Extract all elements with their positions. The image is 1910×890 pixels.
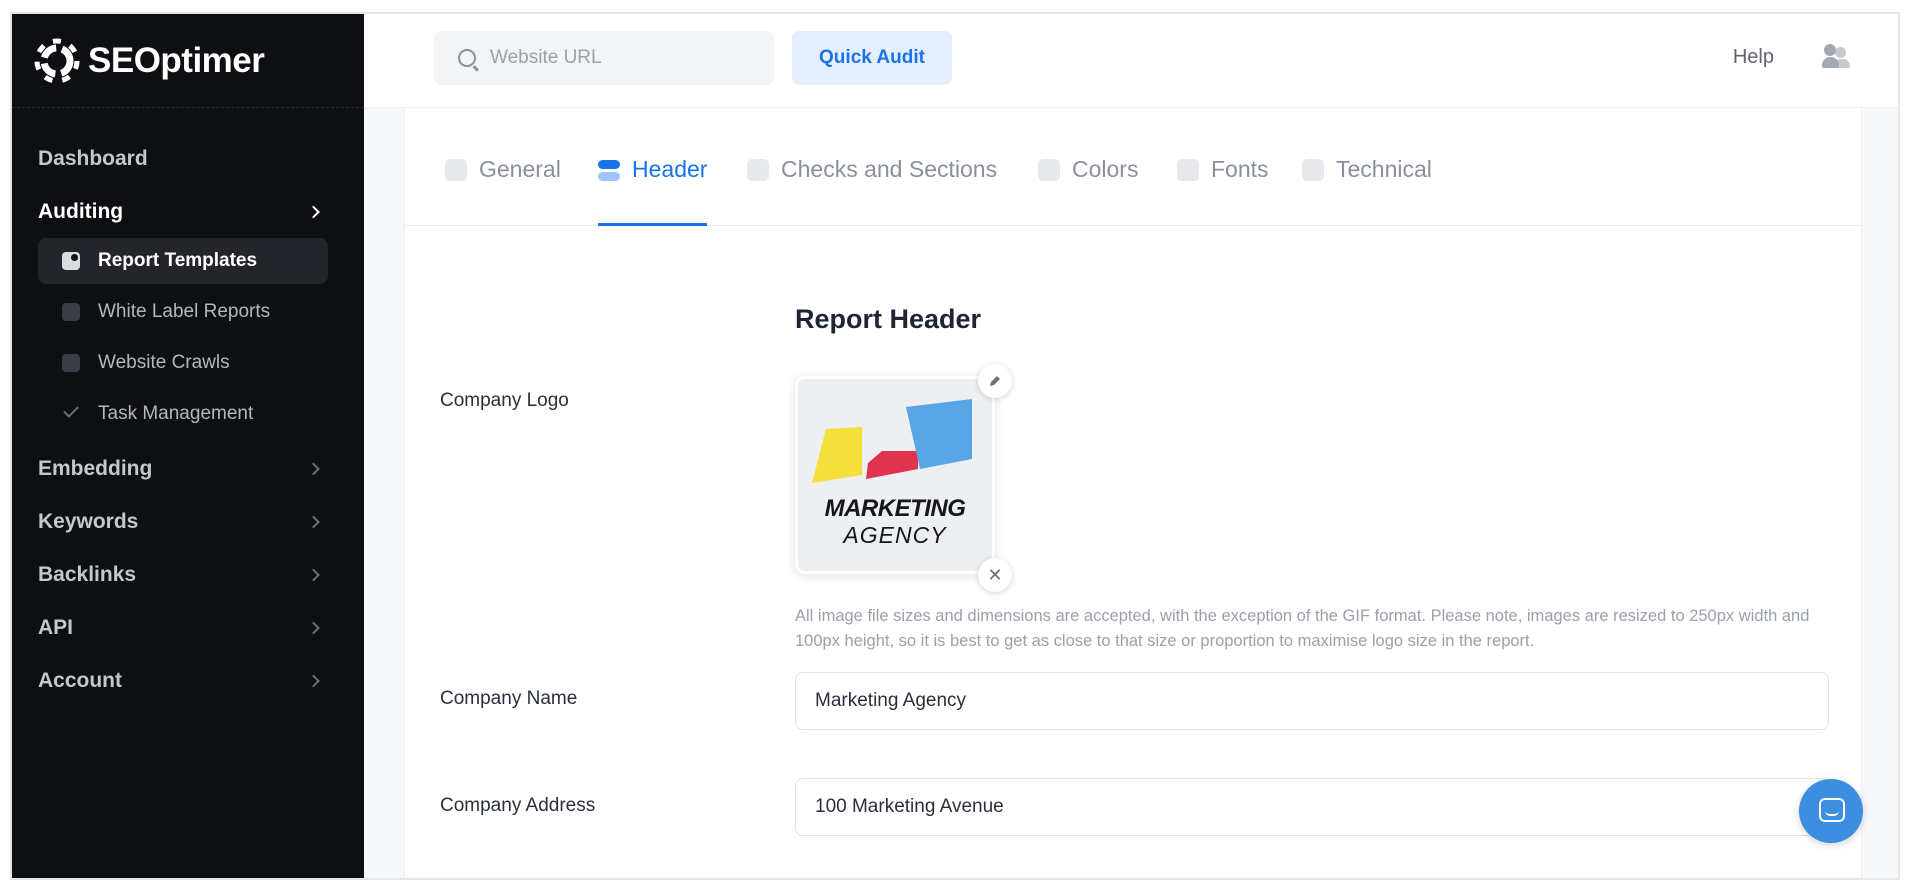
sidebar-item-label: Auditing [38,199,124,223]
company-name-label: Company Name [440,688,578,709]
chevron-right-icon [307,568,320,581]
top-bar: Website URL Quick Audit Help [364,14,1898,108]
tab-label: Header [632,156,708,182]
tab-label: Technical [1336,156,1432,182]
tab-header[interactable]: Header [598,156,708,226]
sidebar-subitem-label: White Label Reports [98,301,271,322]
sidebar-subitem-white-label-reports[interactable]: White Label Reports [38,289,328,335]
brand-name: SEOptimer [88,40,265,80]
chevron-right-icon [307,621,320,634]
tab-bar: General Header Checks and Sections Color… [405,108,1861,226]
template-icon [62,252,80,270]
check-icon [63,402,79,418]
tab-general[interactable]: General [445,156,561,226]
company-name-value: Marketing Agency [815,690,967,711]
sidebar-subitem-label: Task Management [98,403,254,424]
sidebar-item-dashboard[interactable]: Dashboard [12,132,364,185]
pencil-icon [990,376,1000,386]
settings-card: General Header Checks and Sections Color… [404,108,1862,878]
chat-icon [1819,798,1845,822]
sidebar-item-label: Account [38,668,122,692]
font-icon [1177,159,1199,181]
quick-audit-button[interactable]: Quick Audit [792,31,952,85]
logo-text-sub: AGENCY [843,522,947,548]
tab-label: Colors [1072,156,1139,182]
search-placeholder: Website URL [490,47,602,68]
company-logo-preview[interactable]: MARKETING AGENCY [795,376,995,574]
tab-colors[interactable]: Colors [1038,156,1138,226]
sidebar-item-label: Embedding [38,456,153,480]
search-input[interactable]: Website URL [434,31,774,85]
company-address-value: 100 Marketing Avenue [815,796,1004,817]
app-window: SEOptimer Dashboard Auditing Report Temp… [10,12,1900,880]
brand-logo[interactable]: SEOptimer [12,14,364,108]
sidebar-nav: Dashboard Auditing Report Templates Whit… [12,108,364,707]
chat-launcher-button[interactable] [1799,779,1863,843]
sidebar-item-backlinks[interactable]: Backlinks [12,548,364,601]
tab-checks-and-sections[interactable]: Checks and Sections [747,156,997,226]
logo-text-main: MARKETING [824,495,966,522]
sidebar-item-label: API [38,615,74,639]
marketing-agency-logo-image [812,399,972,483]
edit-logo-button[interactable] [978,364,1012,398]
sidebar-item-api[interactable]: API [12,601,364,654]
user-icon[interactable] [1822,44,1852,70]
logo-hint-text: All image file sizes and dimensions are … [795,607,1810,650]
tab-label: General [479,156,561,182]
tab-label: Checks and Sections [781,156,998,182]
sidebar: SEOptimer Dashboard Auditing Report Temp… [12,14,364,878]
crawl-icon [62,354,80,372]
sidebar-item-label: Backlinks [38,562,137,586]
sidebar-item-keywords[interactable]: Keywords [12,495,364,548]
sliders-icon [445,159,467,181]
sidebar-subitem-report-templates[interactable]: Report Templates [38,238,328,284]
sidebar-subitem-task-management[interactable]: Task Management [38,391,328,437]
sidebar-item-label: Keywords [38,509,139,533]
color-swatch-icon [1038,159,1060,181]
sidebar-item-auditing[interactable]: Auditing [12,185,364,238]
toggle-icon [598,159,620,181]
help-link[interactable]: Help [1733,46,1774,69]
sidebar-subitem-website-crawls[interactable]: Website Crawls [38,340,328,386]
chevron-right-icon [307,462,320,475]
company-address-label: Company Address [440,795,596,816]
report-icon [62,303,80,321]
chevron-right-icon [307,515,320,528]
main-content: General Header Checks and Sections Color… [364,108,1898,878]
tab-label: Fonts [1211,156,1269,182]
sidebar-item-label: Dashboard [38,146,148,170]
seoptimer-logo-icon [34,38,80,83]
code-icon [1302,159,1324,181]
sidebar-subitem-label: Website Crawls [98,352,230,373]
remove-logo-button[interactable]: ✕ [978,558,1012,592]
search-icon [458,49,476,67]
checklist-icon [747,159,769,181]
company-name-input[interactable]: Marketing Agency [795,672,1829,730]
section-title: Report Header [795,304,982,334]
chevron-right-icon [307,205,320,218]
sidebar-item-account[interactable]: Account [12,654,364,707]
close-icon: ✕ [987,564,1003,585]
company-address-input[interactable]: 100 Marketing Avenue [795,778,1829,836]
chevron-right-icon [307,674,320,687]
tab-technical[interactable]: Technical [1302,156,1432,226]
sidebar-subitem-label: Report Templates [98,250,258,271]
company-logo-label: Company Logo [440,390,569,411]
sidebar-item-embedding[interactable]: Embedding [12,442,364,495]
tab-fonts[interactable]: Fonts [1177,156,1269,226]
